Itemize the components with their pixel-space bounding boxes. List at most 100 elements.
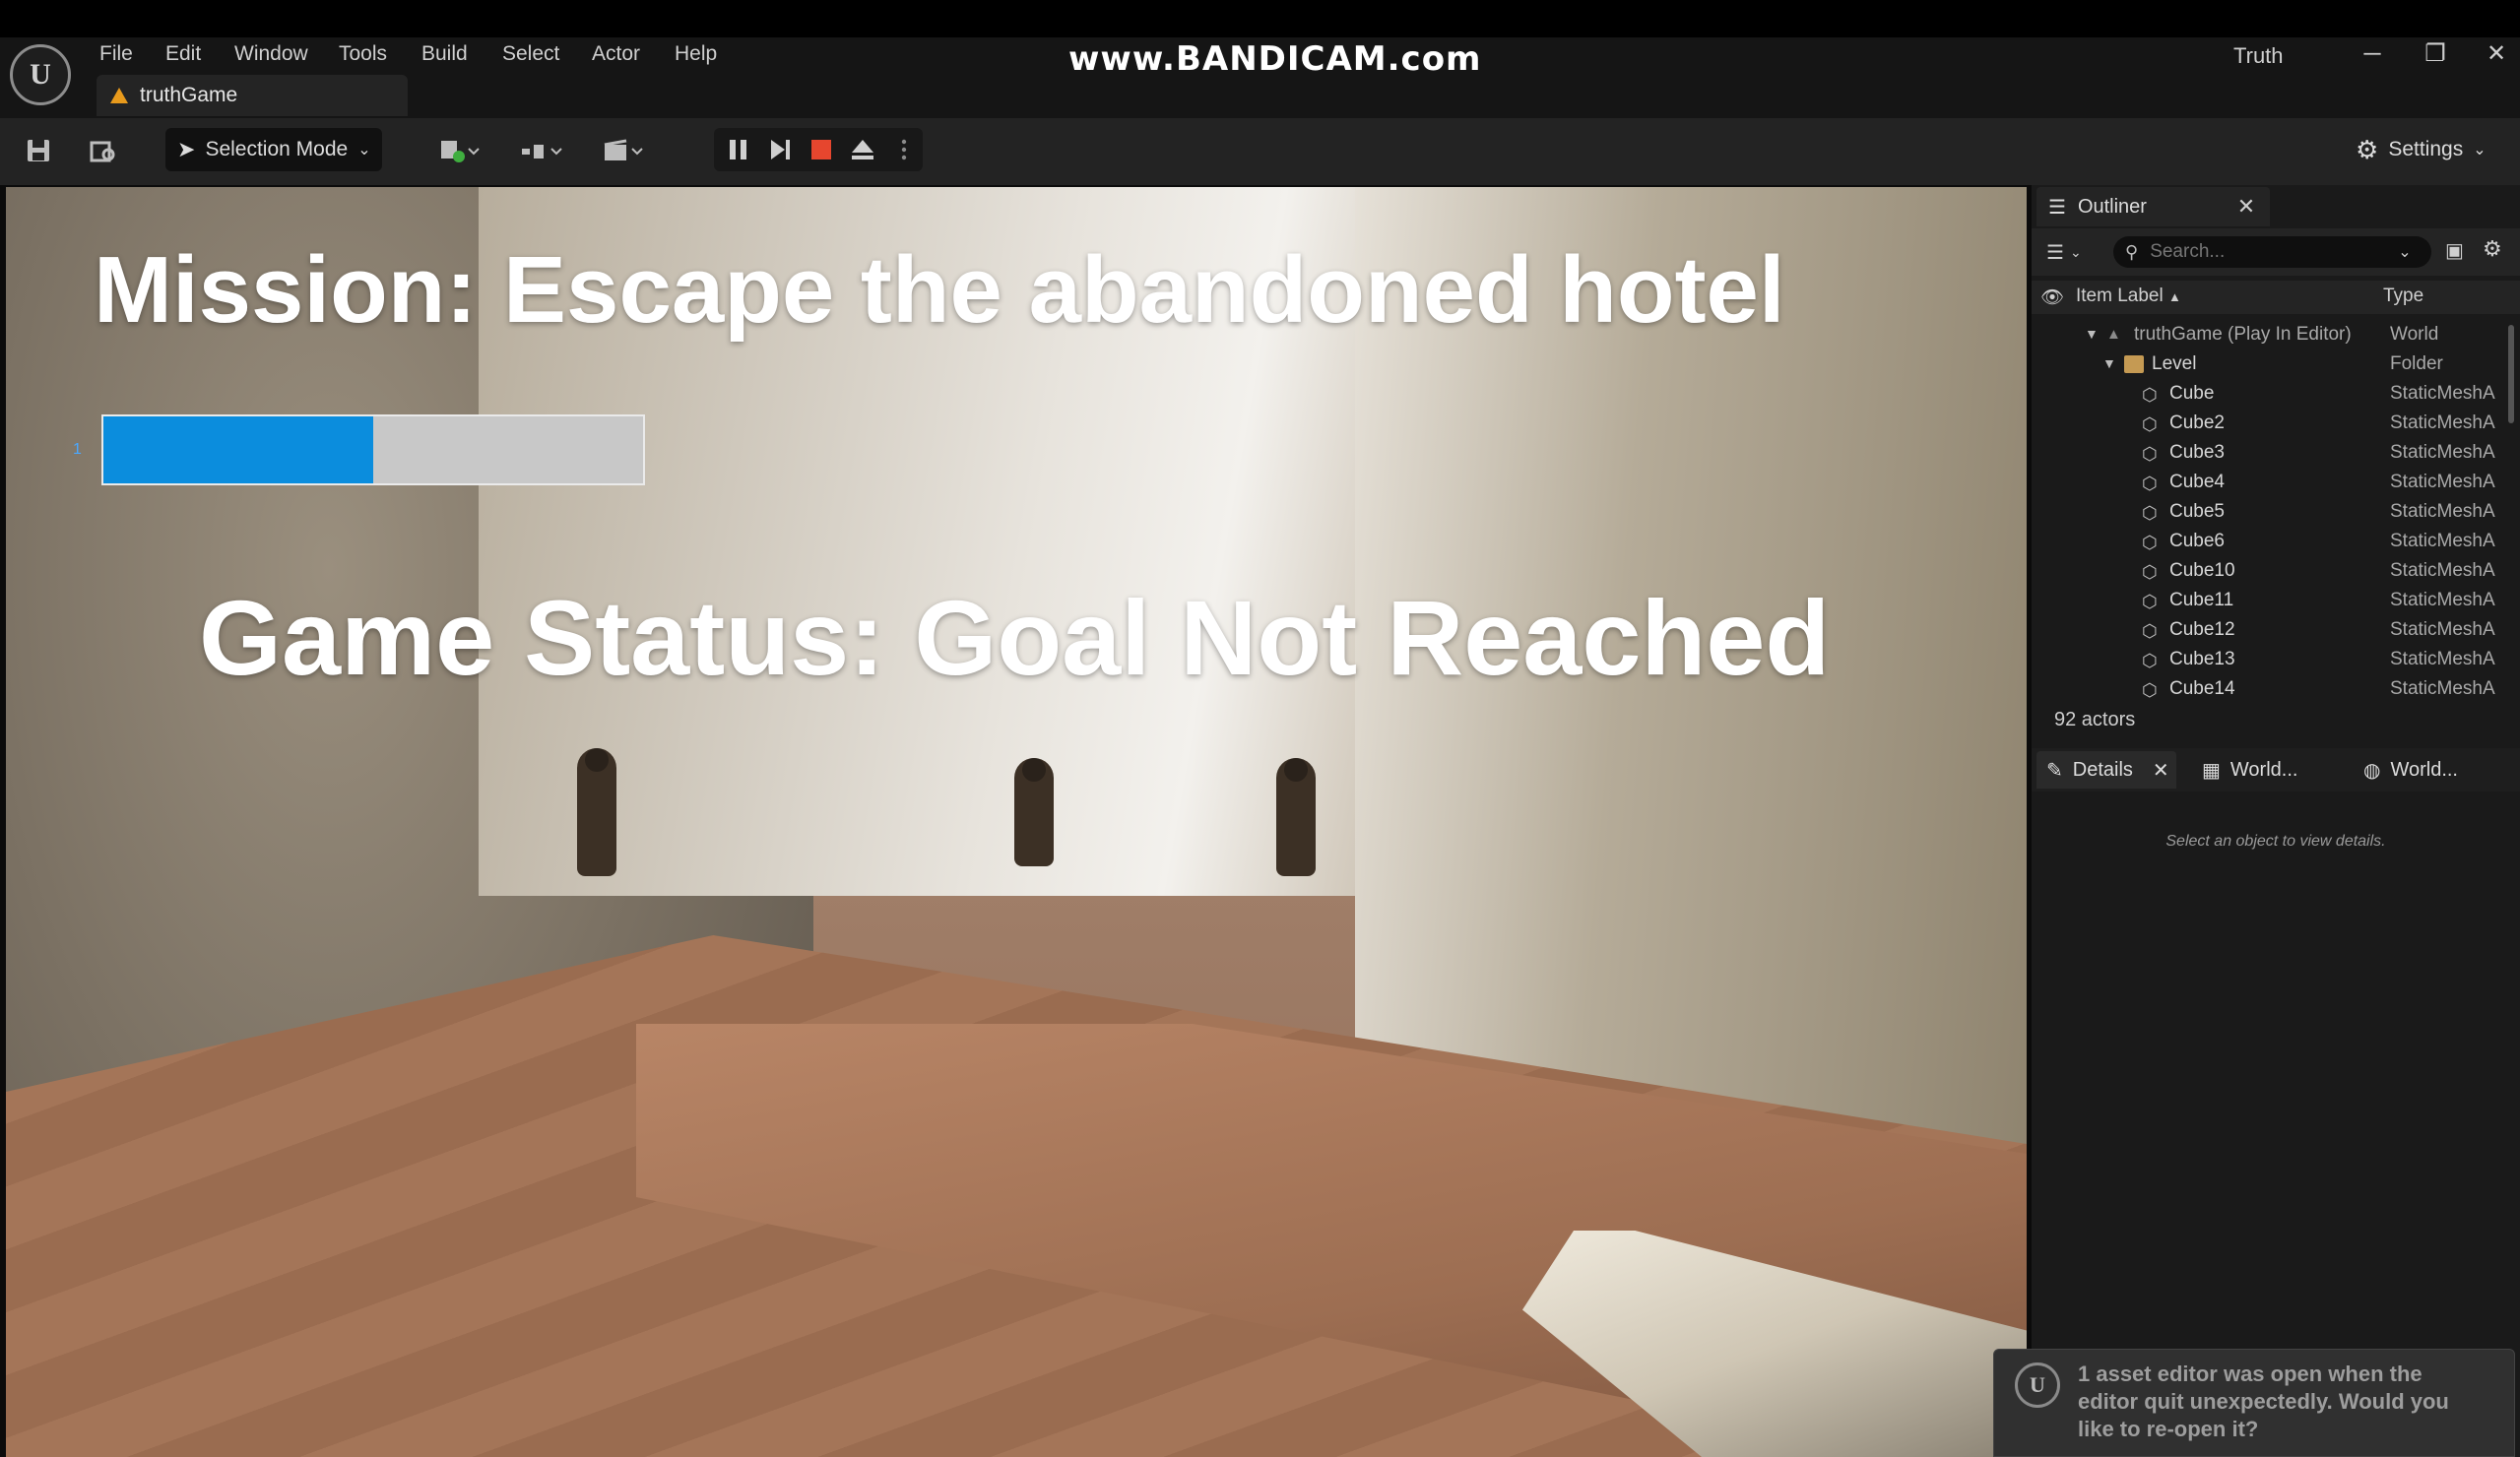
gear-icon: ⚙ <box>2356 134 2379 164</box>
outliner-row[interactable]: ⬡ Cube3 StaticMeshA <box>2032 438 2504 468</box>
outliner-row[interactable]: ⬡ Cube5 StaticMeshA <box>2032 497 2504 527</box>
world-partition-tab-label: World... <box>2390 758 2458 781</box>
expand-arrow-icon[interactable]: ▼ <box>2085 326 2104 344</box>
outliner-row-label: Level <box>2152 353 2197 374</box>
static-mesh-icon: ⬡ <box>2142 651 2158 670</box>
world-settings-icon: ▦ <box>2202 759 2221 782</box>
close-tab-icon[interactable]: ✕ <box>2231 190 2261 223</box>
type-column[interactable]: Type <box>2383 285 2423 307</box>
static-mesh-icon: ⬡ <box>2142 680 2158 700</box>
more-options-icon[interactable] <box>884 128 924 171</box>
step-frame-icon[interactable] <box>760 128 800 171</box>
save-icon[interactable] <box>16 128 61 173</box>
outliner-row[interactable]: ▼ ▲ truthGame (Play In Editor) World <box>2032 320 2504 349</box>
pencil-icon: ✎ <box>2046 759 2063 782</box>
progress-bar <box>101 414 645 485</box>
outliner-search-input[interactable] <box>2148 240 2389 264</box>
selection-mode-dropdown[interactable]: ➤ Selection Mode ⌄ <box>165 128 382 171</box>
close-tab-icon[interactable]: ✕ <box>2153 758 2169 783</box>
menu-file[interactable]: File <box>99 39 133 69</box>
outliner-row[interactable]: ⬡ Cube14 StaticMeshA <box>2032 674 2504 704</box>
level-tab[interactable]: truthGame <box>97 75 408 116</box>
visibility-icon[interactable]: 👁 <box>2040 285 2064 309</box>
blueprint-icon[interactable] <box>514 128 573 173</box>
world-settings-tab[interactable]: ▦ World... <box>2192 751 2330 789</box>
world-settings-tab-label: World... <box>2229 758 2298 781</box>
minimize-icon[interactable]: ─ <box>2348 37 2397 71</box>
outliner-row-label: Cube5 <box>2169 501 2225 522</box>
outliner-settings-icon[interactable]: ⚙ <box>2483 236 2502 262</box>
outliner-row-type: StaticMeshA <box>2390 678 2495 699</box>
enemy-figure <box>577 748 616 876</box>
eject-icon[interactable] <box>843 128 882 171</box>
outliner-row-type: StaticMeshA <box>2390 531 2495 551</box>
settings-label: Settings <box>2388 138 2464 160</box>
outliner-row-label: Cube12 <box>2169 619 2235 640</box>
level-icon <box>110 88 128 103</box>
outliner-row[interactable]: ⬡ Cube11 StaticMeshA <box>2032 586 2504 615</box>
enemy-figure <box>1276 758 1316 876</box>
outliner-row-label: Cube <box>2169 383 2215 404</box>
world-partition-tab[interactable]: ◍ World... <box>2354 751 2501 789</box>
enemy-figure <box>1014 758 1054 866</box>
static-mesh-icon: ⬡ <box>2142 562 2158 582</box>
menu-actor[interactable]: Actor <box>592 39 640 69</box>
chevron-down-icon[interactable]: ⌄ <box>2398 242 2411 262</box>
menu-window[interactable]: Window <box>234 39 308 69</box>
restore-icon[interactable]: ❐ <box>2411 37 2460 71</box>
content-browser-icon[interactable] <box>81 128 126 173</box>
selection-mode-label: Selection Mode <box>205 138 349 160</box>
outliner-row[interactable]: ⬡ Cube StaticMeshA <box>2032 379 2504 409</box>
mission-text: Mission: Escape the abandoned hotel <box>94 237 1785 343</box>
filter-button[interactable]: ☰ ⌄ <box>2046 236 2096 268</box>
outliner-row[interactable]: ⬡ Cube6 StaticMeshA <box>2032 527 2504 556</box>
sort-ascending-icon: ▲ <box>2168 289 2181 304</box>
outliner-row-type: StaticMeshA <box>2390 619 2495 640</box>
unreal-logo[interactable]: U <box>10 44 71 105</box>
outliner-row[interactable]: ▼ Level Folder <box>2032 349 2504 379</box>
settings-button[interactable]: ⚙ Settings ⌄ <box>2356 128 2487 171</box>
menu-build[interactable]: Build <box>421 39 468 69</box>
unreal-logo-icon: U <box>2015 1362 2060 1408</box>
details-tab-label: Details <box>2072 758 2133 781</box>
outliner-row[interactable]: ⬡ Cube10 StaticMeshA <box>2032 556 2504 586</box>
menu-select[interactable]: Select <box>502 39 559 69</box>
debug-marker: 1 <box>73 441 82 458</box>
chevron-down-icon: ⌄ <box>2069 243 2082 260</box>
details-empty-message: Select an object to view details. <box>2165 833 2386 850</box>
item-label-column[interactable]: Item Label ▲ <box>2076 285 2181 307</box>
outliner-row[interactable]: ⬡ Cube2 StaticMeshA <box>2032 409 2504 438</box>
game-viewport[interactable]: 1 <box>6 187 2027 1457</box>
outliner-search[interactable]: ⚲ ⌄ <box>2113 236 2431 268</box>
outliner-row-type: StaticMeshA <box>2390 649 2495 669</box>
outliner-row-label: Cube10 <box>2169 560 2235 581</box>
game-status-text: Game Status: Goal Not Reached <box>199 578 1831 697</box>
new-folder-icon[interactable]: ▣ <box>2445 238 2464 263</box>
outliner-row[interactable]: ⬡ Cube4 StaticMeshA <box>2032 468 2504 497</box>
outliner-row[interactable]: ⬡ Cube12 StaticMeshA <box>2032 615 2504 645</box>
actor-count: 92 actors <box>2054 709 2136 730</box>
outliner-row-type: StaticMeshA <box>2390 442 2495 463</box>
search-icon: ⚲ <box>2125 241 2139 262</box>
menu-tools[interactable]: Tools <box>339 39 387 69</box>
outliner-row[interactable]: ⬡ Cube13 StaticMeshA <box>2032 645 2504 674</box>
static-mesh-icon: ⬡ <box>2142 621 2158 641</box>
menu-help[interactable]: Help <box>675 39 717 69</box>
details-tab[interactable]: ✎ Details ✕ <box>2036 751 2176 789</box>
notification-message: 1 asset editor was open when the editor … <box>2078 1362 2449 1441</box>
stop-icon[interactable] <box>802 128 841 171</box>
pause-icon[interactable] <box>719 128 758 171</box>
chevron-down-icon: ⌄ <box>357 142 371 158</box>
close-window-icon[interactable]: ✕ <box>2472 37 2520 71</box>
top-strip <box>0 0 2520 37</box>
expand-arrow-icon[interactable]: ▼ <box>2102 355 2122 373</box>
level-tab-label: truthGame <box>140 84 238 106</box>
outliner-row-type: StaticMeshA <box>2390 590 2495 610</box>
cinematics-icon[interactable] <box>595 128 654 173</box>
chevron-down-icon: ⌄ <box>2473 142 2487 158</box>
outliner-row-label: Cube2 <box>2169 412 2225 433</box>
outliner-scrollbar[interactable] <box>2508 325 2514 423</box>
add-actor-icon[interactable] <box>431 128 490 173</box>
menu-edit[interactable]: Edit <box>165 39 201 69</box>
outliner-row-label: Cube14 <box>2169 678 2235 699</box>
